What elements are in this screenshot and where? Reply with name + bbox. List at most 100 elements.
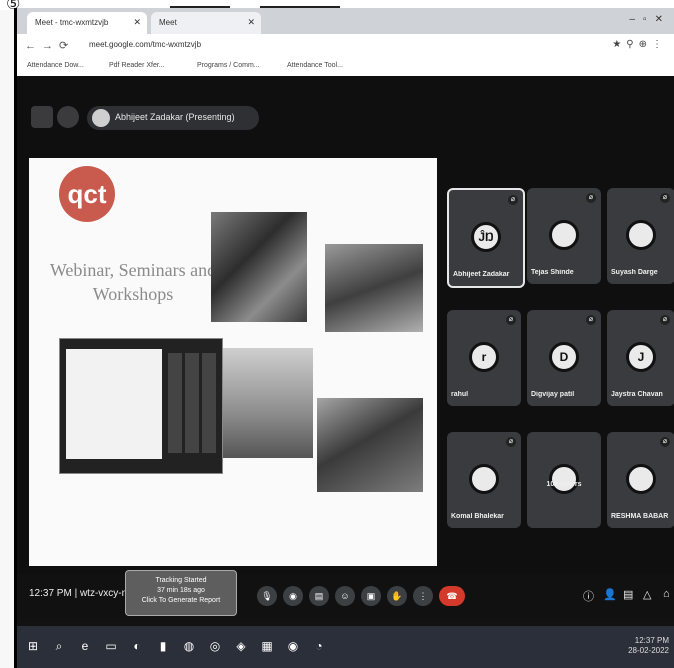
participant-name: Digvijay patil xyxy=(531,391,575,398)
presentation-slide: qct Webinar, Seminars and Workshops xyxy=(29,158,437,566)
search-icon[interactable]: ⌕ xyxy=(49,636,69,656)
report-line: Click To Generate Report xyxy=(141,597,221,604)
start-icon[interactable]: ⊞ xyxy=(23,636,43,656)
app-icon[interactable]: ◉ xyxy=(283,636,303,656)
tab-label: Meet - tmc-wxmtzvjb xyxy=(35,18,109,27)
app-icon[interactable]: ▦ xyxy=(257,636,277,656)
back-forward-reload-icon[interactable]: ←→⟳ xyxy=(25,39,74,52)
meeting-chip-icon-2[interactable] xyxy=(57,106,79,128)
slide-photo xyxy=(221,348,313,458)
app-icon[interactable]: ▮ xyxy=(153,636,173,656)
bookmark-item[interactable]: Pdf Reader Xfer... xyxy=(109,62,165,69)
slide-photo xyxy=(317,398,423,492)
close-icon[interactable]: ✕ xyxy=(247,17,255,28)
tab-label: Meet xyxy=(159,18,177,27)
raise-hand-icon[interactable]: ✋ xyxy=(387,586,407,606)
captions-icon[interactable]: ▤ xyxy=(309,586,329,606)
bookmark-item[interactable]: Programs / Comm... xyxy=(197,62,260,69)
participant-tile[interactable]: ⌀ ĴŊ Abhijeet Zadakar xyxy=(447,188,525,288)
attendance-report-button[interactable]: Tracking Started 37 min 18s ago Click To… xyxy=(125,570,237,616)
slide-screenshot xyxy=(59,338,223,474)
mic-off-icon: ⌀ xyxy=(586,315,596,325)
url-field[interactable]: meet.google.com/tmc-wxmtzvjb xyxy=(89,40,201,49)
meeting-chip-icon[interactable] xyxy=(31,106,53,128)
meet-control-bar: 12:37 PM | wtz-vxcy-n... Tracking Starte… xyxy=(17,570,674,618)
presenter-pill[interactable]: Abhijeet Zadakar (Presenting) xyxy=(87,106,259,130)
avatar xyxy=(549,220,579,250)
people-icon[interactable]: 👤 xyxy=(603,588,617,601)
slide-logo: qct xyxy=(59,166,115,222)
camera-icon[interactable]: ◉ xyxy=(283,586,303,606)
avatar xyxy=(92,109,110,127)
lock-icon[interactable]: ⌂ xyxy=(663,588,670,600)
participant-tile[interactable]: ⌀ r rahul xyxy=(447,310,521,406)
edge-icon[interactable]: e xyxy=(75,636,95,656)
slide-photo xyxy=(325,244,423,332)
presenter-label: Abhijeet Zadakar (Presenting) xyxy=(115,112,235,122)
present-icon[interactable]: ▣ xyxy=(361,586,381,606)
bookmark-item[interactable]: Attendance Dow... xyxy=(27,62,84,69)
address-bar: ←→⟳ meet.google.com/tmc-wxmtzvjb ★⚲⊕⋮ xyxy=(17,34,674,59)
tab-meet-active[interactable]: Meet - tmc-wxmtzvjb ✕ xyxy=(27,12,147,34)
bookmark-item[interactable]: Attendance Tool... xyxy=(287,62,343,69)
browser-tab-bar: Meet - tmc-wxmtzvjb ✕ Meet ✕ –▫✕ xyxy=(17,8,674,34)
avatar: ĴŊ xyxy=(471,222,501,252)
windows-taskbar: ⊞ ⌕ e ▭ ◐ ▮ ◍ ◎ ◈ ▦ ◉ ◔ 12:37 PM 28-02-2… xyxy=(17,626,674,668)
report-line: Tracking Started xyxy=(155,577,207,584)
app-icon[interactable]: ◎ xyxy=(205,636,225,656)
participant-name: Komal Bhalekar xyxy=(451,513,504,520)
mic-off-icon: ⌀ xyxy=(506,437,516,447)
participant-name: 109 others xyxy=(546,481,582,488)
emoji-icon[interactable]: ☺ xyxy=(335,586,355,606)
activities-icon[interactable]: △ xyxy=(643,588,651,601)
participant-tile[interactable]: ⌀ Komal Bhalekar xyxy=(447,432,521,528)
chat-icon[interactable]: ▤ xyxy=(623,588,633,601)
extensions-icon[interactable]: ★⚲⊕⋮ xyxy=(612,39,667,50)
close-icon[interactable]: ✕ xyxy=(133,17,141,28)
mic-off-icon: ⌀ xyxy=(508,195,518,205)
mic-off-icon: ⌀ xyxy=(586,193,596,203)
avatar xyxy=(626,220,656,250)
avatar xyxy=(626,464,656,494)
participant-name: Suyash Darge xyxy=(611,269,658,276)
info-icon[interactable]: ⓘ xyxy=(583,588,594,604)
app-icon[interactable]: ◐ xyxy=(127,636,147,656)
mic-off-icon: ⌀ xyxy=(660,315,670,325)
bookmarks-bar: Attendance Dow... Pdf Reader Xfer... Pro… xyxy=(17,58,674,77)
participant-tile[interactable]: ⌀ D Digvijay patil xyxy=(527,310,601,406)
participant-tile[interactable]: ⌀ RESHMA BABAR xyxy=(607,432,674,528)
avatar: J xyxy=(626,342,656,372)
handwritten-underline-2 xyxy=(260,0,340,8)
photo-frame: ⑤ Meet - tmc-wxmtzvjb ✕ Meet ✕ –▫✕ ←→⟳ m… xyxy=(0,0,674,668)
avatar-stack xyxy=(549,464,579,494)
app-icon[interactable]: ◈ xyxy=(231,636,251,656)
window-controls[interactable]: –▫✕ xyxy=(630,14,672,25)
participant-tile[interactable]: ⌀ Suyash Darge xyxy=(607,188,674,284)
files-icon[interactable]: ▭ xyxy=(101,636,121,656)
clock-date: 28-02-2022 xyxy=(628,646,669,655)
mic-icon[interactable]: 🎙 xyxy=(257,586,277,606)
report-line: 37 min 18s ago xyxy=(157,587,205,594)
participant-tile[interactable]: ⌀ J Jaystra Chavan xyxy=(607,310,674,406)
mic-off-icon: ⌀ xyxy=(506,315,516,325)
tab-meet[interactable]: Meet ✕ xyxy=(151,12,261,34)
slide-title: Webinar, Seminars and Workshops xyxy=(49,260,217,304)
meet-area: Abhijeet Zadakar (Presenting) qct Webina… xyxy=(17,76,674,616)
avatar xyxy=(469,464,499,494)
slide-photo xyxy=(211,212,307,322)
mic-off-icon: ⌀ xyxy=(660,193,670,203)
participant-name: RESHMA BABAR xyxy=(611,513,669,520)
participant-tile[interactable]: ⌀ Tejas Shinde xyxy=(527,188,601,284)
avatar: D xyxy=(549,342,579,372)
app-icon[interactable]: ◍ xyxy=(179,636,199,656)
leave-call-icon[interactable]: ☎ xyxy=(439,586,465,606)
participant-name: Tejas Shinde xyxy=(531,269,574,276)
participant-name: rahul xyxy=(451,391,469,398)
more-options-icon[interactable]: ⋮ xyxy=(413,586,433,606)
clock-time: 12:37 PM xyxy=(634,636,669,645)
system-tray[interactable]: 12:37 PM 28-02-2022 xyxy=(628,636,669,656)
participant-tile-others[interactable]: 109 others xyxy=(527,432,601,528)
mic-off-icon: ⌀ xyxy=(660,437,670,447)
meeting-time-code: 12:37 PM | wtz-vxcy-n... xyxy=(29,588,136,599)
chrome-icon[interactable]: ◔ xyxy=(309,636,329,656)
